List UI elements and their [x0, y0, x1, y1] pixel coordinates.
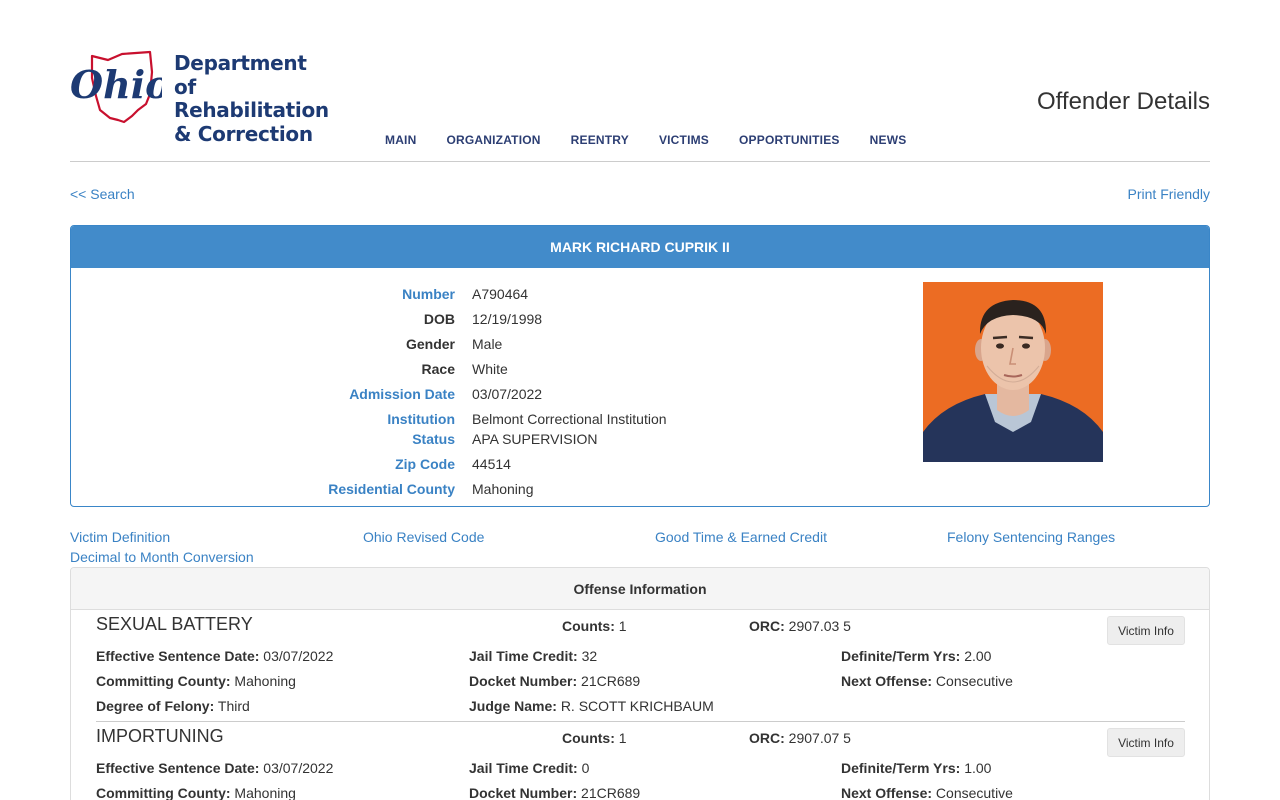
nav-reentry[interactable]: REENTRY — [556, 133, 644, 147]
site-header: Ohio Department of Rehabilitation & Corr… — [70, 50, 1210, 162]
field-value: Belmont Correctional Institution — [472, 411, 667, 427]
nav-main[interactable]: MAIN — [370, 133, 431, 147]
offense-effective-date: Effective Sentence Date: 03/07/2022 — [96, 760, 334, 776]
logo-line-1: Department of — [174, 51, 307, 99]
field-race: Race White — [71, 361, 771, 381]
offense-jail-credit: Jail Time Credit: 0 — [469, 760, 590, 776]
field-label[interactable]: Residential County — [328, 481, 455, 497]
field-label[interactable]: Admission Date — [349, 386, 455, 402]
offense-orc: ORC: 2907.03 5 — [749, 618, 851, 634]
offense-counts: Counts: 1 — [562, 618, 627, 634]
offense-next: Next Offense: Consecutive — [841, 785, 1013, 800]
offense-panel: Offense Information SEXUAL BATTERY Count… — [70, 567, 1210, 800]
logo-text: Department of Rehabilitation & Correctio… — [174, 51, 330, 146]
logo-line-2: Rehabilitation — [174, 98, 329, 122]
svg-text:Ohio: Ohio — [70, 62, 162, 107]
offense-docket: Docket Number: 21CR689 — [469, 785, 641, 800]
offense-next: Next Offense: Consecutive — [841, 673, 1013, 689]
field-gender: Gender Male — [71, 336, 771, 356]
nav-organization[interactable]: ORGANIZATION — [431, 133, 555, 147]
nav-opportunities[interactable]: OPPORTUNITIES — [724, 133, 855, 147]
ohio-state-logo-icon: Ohio — [70, 50, 162, 124]
ohio-revised-code-link[interactable]: Ohio Revised Code — [363, 529, 484, 545]
print-friendly-link[interactable]: Print Friendly — [1128, 186, 1210, 202]
offense-term-years: Definite/Term Yrs: 1.00 — [841, 760, 992, 776]
field-value: 03/07/2022 — [472, 386, 543, 402]
logo-line-3: & Correction — [174, 121, 313, 146]
field-status: Status APA SUPERVISION — [71, 431, 771, 451]
field-number: Number A790464 — [71, 286, 771, 306]
field-value: Male — [472, 336, 503, 352]
victim-info-button[interactable]: Victim Info — [1107, 616, 1185, 645]
field-value: 44514 — [472, 456, 511, 472]
offense-title: SEXUAL BATTERY — [96, 614, 253, 634]
offense-item: SEXUAL BATTERY Counts: 1 ORC: 2907.03 5 … — [96, 610, 1185, 722]
field-value: A790464 — [472, 286, 529, 302]
field-admission-date: Admission Date 03/07/2022 — [71, 386, 771, 406]
felony-sentencing-ranges-link[interactable]: Felony Sentencing Ranges — [947, 529, 1115, 545]
field-label: DOB — [423, 311, 455, 327]
nav-victims[interactable]: VICTIMS — [644, 133, 724, 147]
victim-definition-link[interactable]: Victim Definition — [70, 529, 170, 545]
field-label[interactable]: Zip Code — [395, 456, 455, 472]
odrc-logo[interactable]: Ohio Department of Rehabilitation & Corr… — [70, 50, 330, 145]
offender-panel: MARK RICHARD CUPRIK II Number A790464 DO… — [70, 225, 1210, 507]
field-value: APA SUPERVISION — [472, 431, 598, 447]
offense-jail-credit: Jail Time Credit: 32 — [469, 648, 598, 664]
victim-info-button[interactable]: Victim Info — [1107, 728, 1185, 757]
field-label[interactable]: Status — [412, 431, 455, 447]
page-title: Offender Details — [1037, 88, 1210, 115]
offense-county: Committing County: Mahoning — [96, 785, 296, 800]
field-institution: Institution Belmont Correctional Institu… — [71, 411, 771, 431]
offender-photo — [923, 282, 1103, 462]
offense-county: Committing County: Mahoning — [96, 673, 296, 689]
field-value: White — [472, 361, 508, 377]
offense-panel-title: Offense Information — [71, 568, 1209, 610]
field-dob: DOB 12/19/1998 — [71, 311, 771, 331]
field-label: Race — [421, 361, 455, 377]
field-zip-code: Zip Code 44514 — [71, 456, 771, 476]
field-value: Mahoning — [472, 481, 534, 497]
nav-news[interactable]: NEWS — [855, 133, 922, 147]
offense-docket: Docket Number: 21CR689 — [469, 673, 641, 689]
field-value: 12/19/1998 — [472, 311, 543, 327]
field-label[interactable]: Institution — [387, 411, 455, 427]
field-residential-county: Residential County Mahoning — [71, 481, 771, 501]
decimal-to-month-link[interactable]: Decimal to Month Conversion — [70, 549, 254, 565]
offense-item: IMPORTUNING Counts: 1 ORC: 2907.07 5 Vic… — [96, 722, 1185, 800]
offense-term-years: Definite/Term Yrs: 2.00 — [841, 648, 992, 664]
offense-degree: Degree of Felony: Third — [96, 698, 250, 714]
field-label: Gender — [405, 336, 455, 352]
offense-counts: Counts: 1 — [562, 730, 627, 746]
back-to-search-link[interactable]: << Search — [70, 186, 135, 202]
offense-title: IMPORTUNING — [96, 726, 224, 746]
main-nav: MAIN ORGANIZATION REENTRY VICTIMS OPPORT… — [370, 133, 921, 147]
offense-effective-date: Effective Sentence Date: 03/07/2022 — [96, 648, 334, 664]
good-time-earned-credit-link[interactable]: Good Time & Earned Credit — [655, 529, 827, 545]
offense-orc: ORC: 2907.07 5 — [749, 730, 851, 746]
offender-name: MARK RICHARD CUPRIK II — [71, 226, 1209, 268]
offense-judge: Judge Name: R. SCOTT KRICHBAUM — [469, 698, 714, 714]
field-label[interactable]: Number — [402, 286, 455, 302]
